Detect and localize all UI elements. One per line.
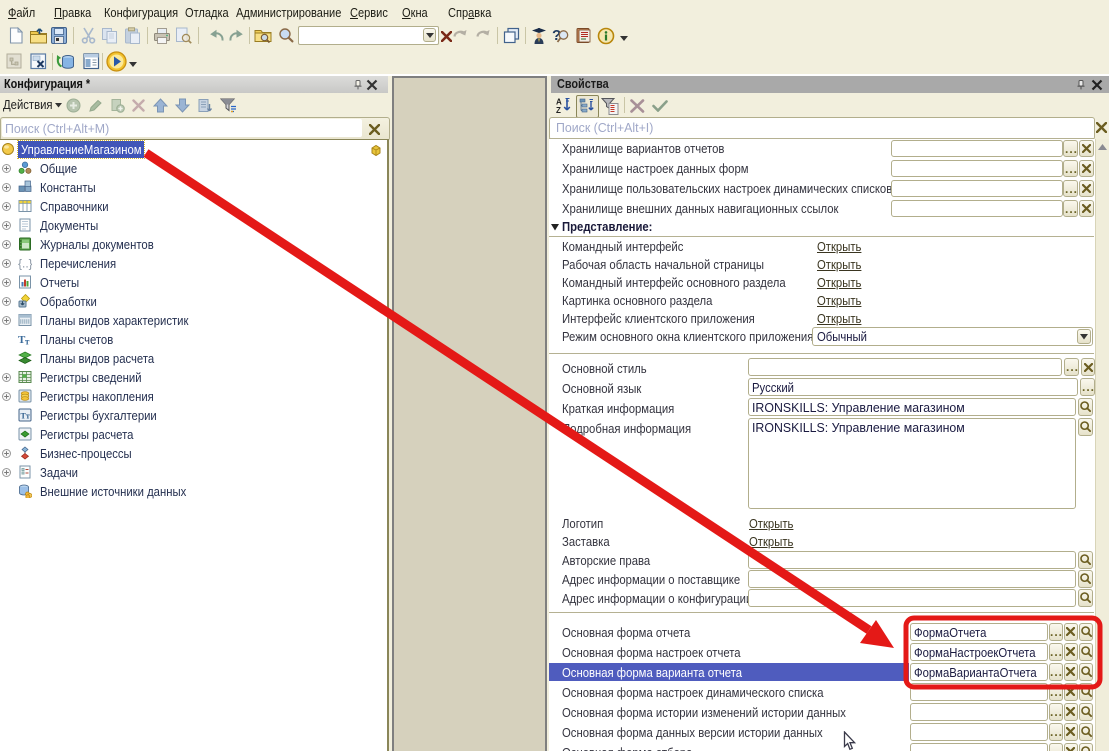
svg-text:{..}: {..} xyxy=(18,257,32,271)
svg-text:т: т xyxy=(25,337,30,347)
svg-text:Tт: Tт xyxy=(21,412,30,421)
svg-text:Z: Z xyxy=(556,106,561,114)
